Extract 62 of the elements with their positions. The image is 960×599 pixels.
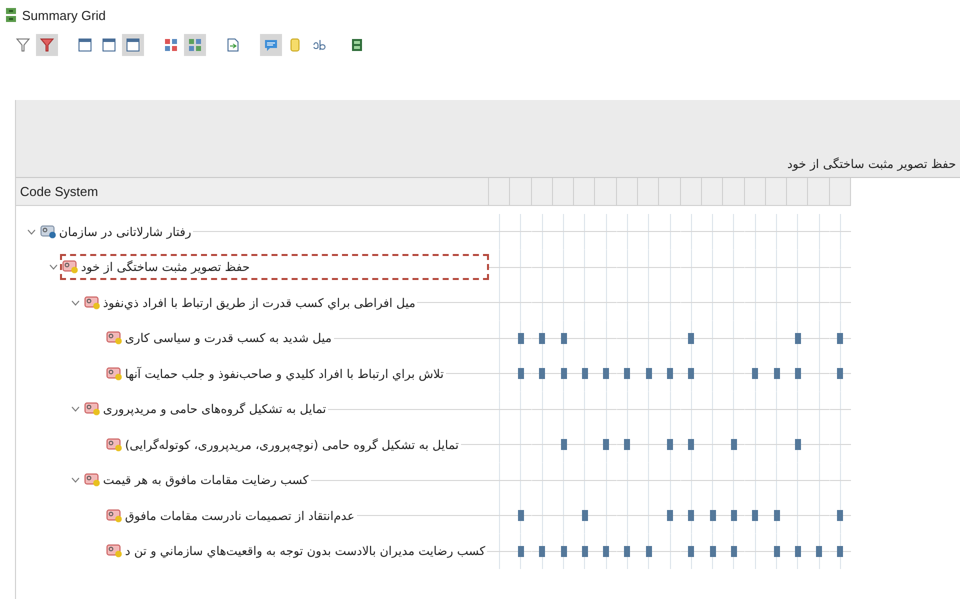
column-icon (126, 38, 140, 52)
tree-item[interactable]: حفظ تصویر مثبت ساختگی از خود (60, 254, 489, 280)
column-header[interactable] (723, 178, 745, 206)
column-header[interactable] (659, 178, 681, 206)
column-header[interactable] (744, 178, 766, 206)
column-header[interactable] (616, 178, 638, 206)
column-header[interactable] (830, 178, 852, 206)
funnel-icon (40, 38, 54, 52)
code-tag-icon (106, 366, 123, 381)
code-tag-icon (84, 402, 101, 416)
chevron-down-icon[interactable] (26, 228, 36, 235)
column-header[interactable] (510, 178, 532, 206)
column-header[interactable] (595, 178, 617, 206)
tree-item[interactable]: رفتار شارلاتانی در سازمان (38, 218, 194, 245)
chevron-down-icon[interactable] (70, 406, 80, 412)
summary-grid-icon (350, 38, 364, 52)
tree-item[interactable]: کسب رضایت مقامات مافوق به هر قیمت (82, 467, 311, 494)
column-header[interactable] (489, 178, 510, 206)
tree-item[interactable]: میل شدید به کسب قدرت و سیاسی کاری (104, 325, 334, 352)
info-text: حفظ تصویر مثبت ساختگی از خود (787, 157, 956, 171)
column-header[interactable]: Code System (16, 178, 489, 206)
tag-icon (288, 38, 302, 52)
window-title: Summary Grid (22, 8, 106, 22)
chevron-down-icon[interactable] (48, 264, 58, 270)
toolbar-button[interactable] (260, 34, 282, 56)
speech-bubble-icon (264, 38, 278, 52)
column-header[interactable] (702, 178, 724, 206)
code-tag-icon (84, 473, 101, 488)
tree-item[interactable]: تلاش براي ارتباط با افراد کليدي و صاحب‌نفوذ و جلب حمايت آنها (104, 360, 446, 387)
column-header[interactable] (787, 178, 808, 206)
tree-item[interactable]: تمایل به تشکیل گروه‌های حامی و مریدپروری (82, 396, 328, 422)
code-tag-icon (40, 224, 57, 239)
column-icon (78, 38, 92, 52)
grid-icon (188, 38, 202, 52)
chevron-down-icon[interactable] (70, 477, 80, 484)
code-tag-icon (106, 544, 123, 558)
document-icon (226, 38, 240, 52)
tree-item[interactable]: تمایل به تشکیل گروه حامی (نوچه‌پروری، مریدپروری، کوتوله‌گرایی) (104, 432, 461, 458)
code-tag-icon (84, 296, 101, 310)
grid-icon (164, 38, 178, 52)
column-header[interactable] (680, 178, 702, 206)
code-tag-icon (106, 331, 123, 346)
column-header[interactable] (638, 178, 660, 206)
funnel-icon (16, 38, 30, 52)
column-header[interactable] (574, 178, 596, 206)
column-icon (102, 38, 116, 52)
column-header[interactable] (532, 178, 553, 206)
tree-item[interactable]: کسب رضایت مدیران بالادست بدون توجه به واقعیت‌هاي سازماني و تن د (104, 538, 488, 564)
tree-item[interactable]: عدم‌انتقاد از تصمیمات نادرست مقامات مافوق (104, 502, 356, 529)
tree-item[interactable]: میل افراطی براي کسب قدرت از طريق ارتباط با افراد ذي‌نفوذ (82, 290, 418, 316)
column-header[interactable] (766, 178, 788, 206)
code-tag-icon (62, 260, 79, 274)
toolbar-button[interactable] (122, 34, 144, 56)
code-tag-icon (106, 508, 123, 523)
summary-grid-icon (6, 8, 16, 22)
code-tag-icon (106, 438, 123, 452)
chevron-down-icon[interactable] (70, 300, 80, 306)
toolbar-button[interactable] (36, 34, 58, 56)
toolbar-button[interactable] (184, 34, 206, 56)
column-header[interactable] (552, 178, 574, 206)
column-header[interactable] (808, 178, 830, 206)
letters-icon (312, 38, 326, 52)
